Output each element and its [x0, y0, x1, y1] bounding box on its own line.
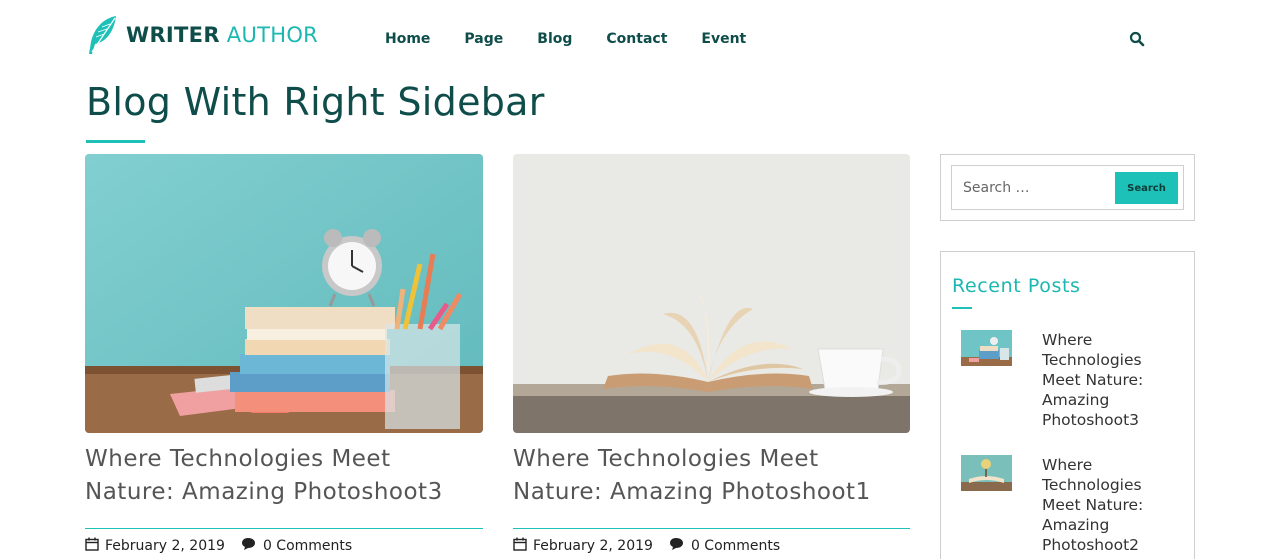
- comment-icon: [241, 537, 257, 555]
- calendar-icon: [85, 537, 99, 555]
- post-card: Where Technologies Meet Nature: Amazing …: [513, 154, 910, 554]
- site-logo[interactable]: WRITER AUTHOR: [86, 14, 318, 56]
- search-icon[interactable]: [1129, 31, 1145, 47]
- post-comments-link[interactable]: 0 Comments: [691, 538, 780, 554]
- search-widget: Search: [940, 154, 1195, 221]
- recent-post-thumbnail[interactable]: [961, 455, 1012, 491]
- post-date[interactable]: February 2, 2019: [533, 538, 653, 554]
- search-form: Search: [951, 165, 1184, 210]
- nav-blog[interactable]: Blog: [537, 31, 572, 47]
- post-thumbnail[interactable]: [85, 154, 483, 433]
- post-meta: February 2, 2019 0 Comments: [513, 537, 780, 555]
- logo-word-writer: WRITER: [126, 23, 220, 47]
- calendar-icon: [513, 537, 527, 555]
- nav-event[interactable]: Event: [701, 31, 746, 47]
- post-title[interactable]: Where Technologies Meet Nature: Amazing …: [513, 443, 910, 509]
- recent-posts-widget: Recent Posts Where Technologies Meet Nat…: [940, 251, 1195, 559]
- title-underline: [86, 140, 145, 143]
- post-title[interactable]: Where Technologies Meet Nature: Amazing …: [85, 443, 483, 509]
- nav-home[interactable]: Home: [385, 31, 430, 47]
- recent-post-thumbnail[interactable]: [961, 330, 1012, 366]
- post-thumbnail[interactable]: [513, 154, 910, 433]
- nav-contact[interactable]: Contact: [606, 31, 667, 47]
- post-card: Where Technologies Meet Nature: Amazing …: [85, 154, 483, 554]
- comment-icon: [669, 537, 685, 555]
- post-divider: [513, 528, 910, 529]
- search-button[interactable]: Search: [1115, 172, 1178, 204]
- nav-page[interactable]: Page: [464, 31, 503, 47]
- widget-title-underline: [952, 307, 972, 309]
- post-meta: February 2, 2019 0 Comments: [85, 537, 352, 555]
- post-date[interactable]: February 2, 2019: [105, 538, 225, 554]
- main-nav: Home Page Blog Contact Event: [385, 31, 780, 47]
- recent-post-title[interactable]: Where Technologies Meet Nature: Amazing …: [1042, 330, 1172, 430]
- recent-posts-title: Recent Posts: [952, 275, 1081, 297]
- post-divider: [85, 528, 483, 529]
- post-comments-link[interactable]: 0 Comments: [263, 538, 352, 554]
- recent-post-title[interactable]: Where Technologies Meet Nature: Amazing …: [1042, 455, 1172, 555]
- feather-icon: [89, 16, 116, 54]
- logo-word-author: AUTHOR: [226, 23, 319, 47]
- search-input[interactable]: [952, 166, 1112, 209]
- page-title: Blog With Right Sidebar: [86, 80, 545, 124]
